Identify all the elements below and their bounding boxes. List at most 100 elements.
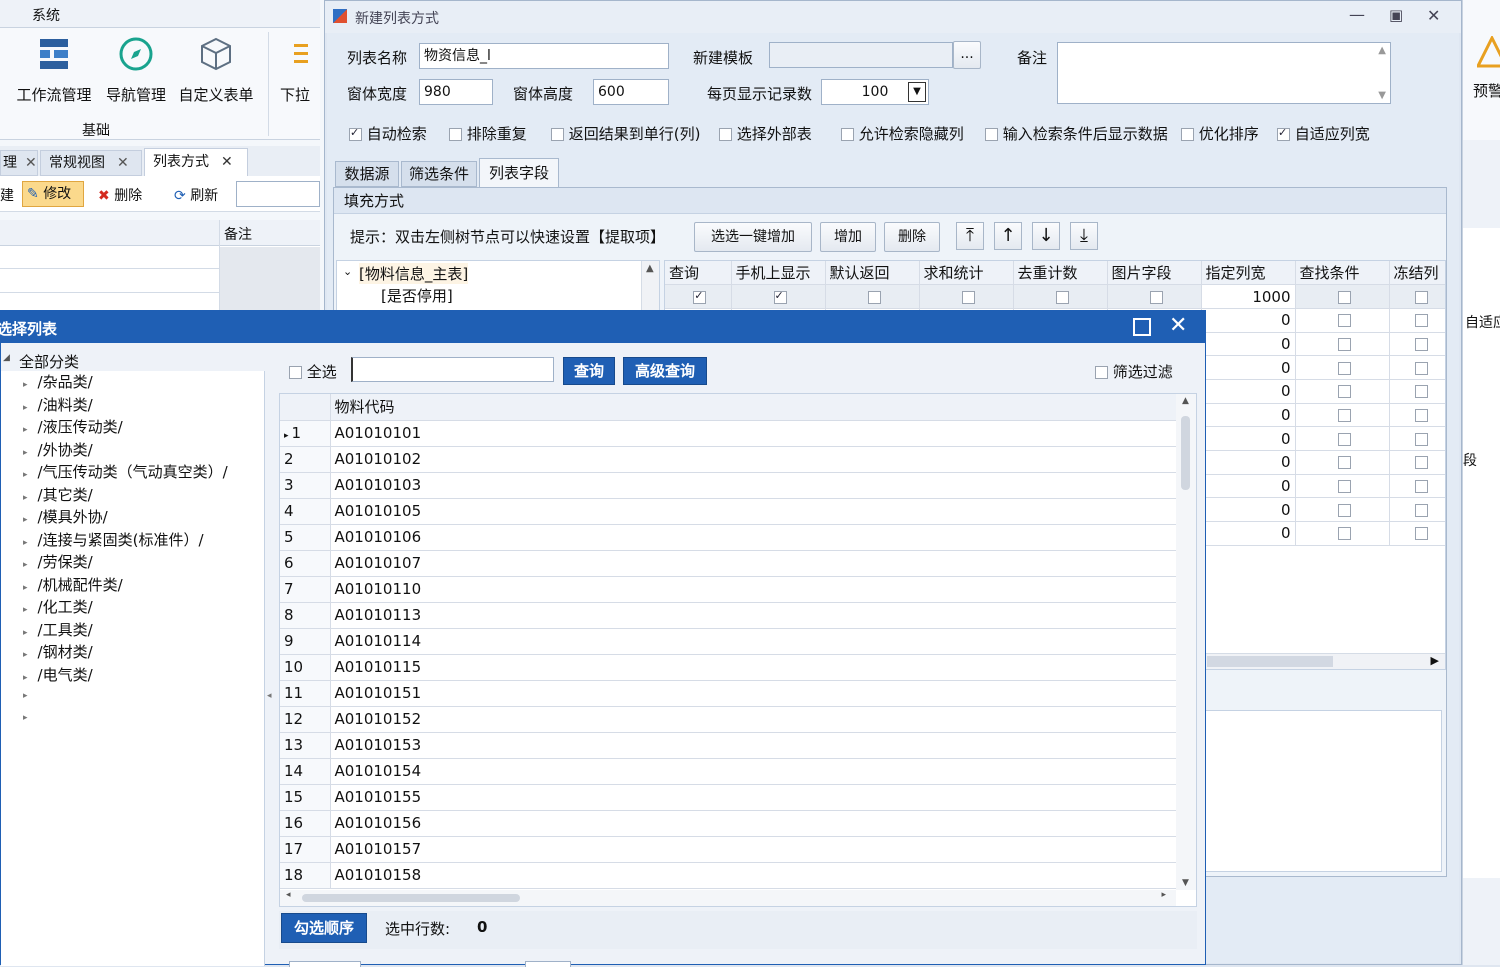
minimize-icon[interactable]: — [1349,5,1365,24]
menu-system[interactable]: 系统 [32,5,60,25]
tab-filter[interactable]: 筛选条件 [401,161,477,187]
width-cell[interactable]: 0 [1201,474,1296,499]
field-checkbox-cell[interactable] [1389,332,1445,357]
table-row[interactable]: 8 A01010113 [280,602,1177,629]
checkbox[interactable] [1414,408,1428,422]
tree-expand-icon[interactable]: ▸ [23,583,28,593]
check-hidden-search[interactable]: 允许检索隐藏列 [841,123,964,144]
scroll-left-icon[interactable]: ◂ [286,890,291,900]
tree-item[interactable]: ▸ /钢材类/ [1,641,265,664]
move-bottom-icon[interactable]: ⤓ [1070,222,1098,250]
width-cell[interactable]: 0 [1201,332,1296,357]
checkbox[interactable] [985,128,998,141]
list-name-input[interactable]: 物资信息_l [419,43,669,69]
material-code-cell[interactable]: A01010102 [330,446,1177,473]
table-row[interactable]: 9 A01010114 [280,628,1177,655]
field-checkbox-cell[interactable] [1295,284,1390,309]
maximize-icon[interactable]: ▣ [1389,6,1403,24]
check-external-table[interactable]: 选择外部表 [719,123,812,144]
check-optimize-sort[interactable]: 优化排序 [1181,123,1259,144]
maximize-icon[interactable] [1133,318,1151,336]
table-row[interactable]: 16 A01010156 [280,810,1177,837]
move-down-icon[interactable]: ↓ [1032,222,1060,250]
field-checkbox-cell[interactable] [1295,403,1390,428]
table-row[interactable]: 3 A01010103 [280,472,1177,499]
close-icon[interactable]: ✕ [1427,6,1440,25]
tree-expand-icon[interactable]: ▸ [23,515,28,525]
checkbox[interactable] [1414,385,1428,399]
field-checkbox-cell[interactable] [665,284,732,309]
field-checkbox-cell[interactable] [1295,474,1390,499]
height-input[interactable]: 600 [593,79,669,105]
tab-list-mode[interactable]: 列表方式 ✕ [144,148,248,176]
chevron-down-icon[interactable]: ▼ [908,82,926,102]
tree-item[interactable]: ▸ /连接与紧固类(标准件）/ [1,529,265,552]
ribbon-workflow-button[interactable]: 工作流管理 [12,34,96,108]
width-cell[interactable]: 0 [1201,521,1296,546]
field-checkbox-cell[interactable] [1389,403,1445,428]
checkbox[interactable] [1414,456,1428,470]
material-code-cell[interactable]: A01010107 [330,550,1177,577]
tree-item[interactable]: ▸ /模具外协/ [1,506,265,529]
table-row[interactable]: 14 A01010154 [280,758,1177,785]
material-code-cell[interactable]: A01010152 [330,706,1177,733]
field-checkbox-cell[interactable] [1295,426,1390,451]
bg-search-input[interactable] [236,181,320,207]
tree-expand-icon[interactable]: ▸ [23,493,28,503]
checkbox[interactable] [349,126,362,141]
width-cell[interactable]: 0 [1201,450,1296,475]
close-icon[interactable]: ✕ [117,155,129,171]
tree-expand-icon[interactable]: ▸ [23,425,28,435]
material-code-cell[interactable]: A01010155 [330,784,1177,811]
field-checkbox-cell[interactable] [1295,379,1390,404]
col-header[interactable]: 指定列宽 [1201,261,1296,286]
table-row[interactable]: 7 A01010110 [280,576,1177,603]
tree-item[interactable]: ▸ /电气类/ [1,664,265,687]
check-autofit-width[interactable]: 自适应列宽 [1277,123,1370,144]
tree-root[interactable]: [物料信息_主表] [359,263,469,284]
checkbox[interactable] [1337,408,1351,422]
checkbox[interactable] [1414,290,1428,304]
checkbox[interactable] [1337,290,1351,304]
material-code-cell[interactable]: A01010153 [330,732,1177,759]
material-code-cell[interactable]: A01010151 [330,680,1177,707]
checkbox[interactable] [449,128,462,141]
checkbox[interactable] [1414,337,1428,351]
tree-expand-icon[interactable]: ▸ [23,538,28,548]
splitter-arrow-icon[interactable]: ◂ [267,691,272,701]
advanced-query-button[interactable]: 高级查询 [623,357,707,385]
width-cell[interactable]: 1000 [1201,284,1296,309]
tree-expand-icon[interactable]: ⌄ [343,265,352,278]
table-row[interactable]: 13 A01010153 [280,732,1177,759]
col-header[interactable]: 求和统计 [919,261,1014,286]
scroll-down-icon[interactable]: ▼ [1182,878,1189,888]
tree-root[interactable]: 全部分类 [19,351,79,372]
field-checkbox-cell[interactable] [1295,355,1390,380]
width-cell[interactable]: 0 [1201,403,1296,428]
field-checkbox-cell[interactable] [1295,497,1390,523]
tree-expand-icon[interactable]: ◢ [3,353,10,363]
field-checkbox-cell[interactable] [1013,284,1108,309]
checkbox[interactable] [1414,480,1428,494]
checkbox[interactable] [1149,290,1163,304]
checkbox[interactable] [1055,290,1069,304]
tree-expand-icon[interactable]: ▸ [23,673,28,683]
delete-button[interactable]: ✖ 删除 [98,185,142,205]
check-order-button[interactable]: 勾选顺序 [281,913,367,943]
template-browse-button[interactable]: ... [953,41,981,69]
width-input[interactable]: 980 [419,79,493,105]
width-cell[interactable]: 0 [1201,355,1296,380]
scroll-right-icon[interactable]: ▸ [1161,890,1166,900]
tree-item[interactable]: ▸ /杂品类/ [1,371,265,394]
material-code-cell[interactable]: A01010114 [330,628,1177,655]
tree-expand-icon[interactable]: ▸ [23,713,28,723]
material-code-cell[interactable]: A01010103 [330,472,1177,499]
field-checkbox-cell[interactable] [825,284,920,309]
check-show-after-input[interactable]: 输入检索条件后显示数据 [985,123,1168,144]
table-row[interactable]: 6 A01010107 [280,550,1177,577]
width-cell[interactable]: 0 [1201,426,1296,451]
checkbox[interactable] [1414,361,1428,375]
field-checkbox-cell[interactable] [1295,521,1390,546]
col-header[interactable]: 默认返回 [825,261,920,286]
tree-expand-icon[interactable]: ▸ [23,650,28,660]
